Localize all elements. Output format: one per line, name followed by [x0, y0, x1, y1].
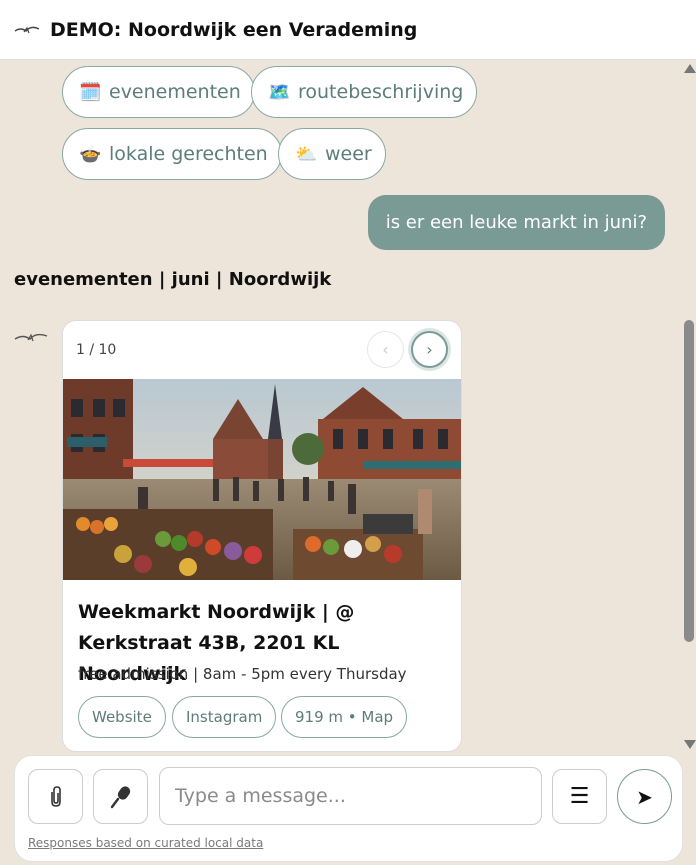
send-button[interactable]: ➤	[617, 769, 672, 824]
website-button[interactable]: Website	[78, 696, 166, 738]
message-composer: ☰ ➤ Responses based on curated local dat…	[14, 755, 683, 862]
scroll-up-arrow[interactable]	[684, 64, 696, 73]
seagull-icon	[14, 26, 40, 33]
chip-label: weer	[325, 143, 372, 165]
calendar-icon: 🗓️	[79, 81, 102, 103]
chip-weer[interactable]: ⛅ weer	[278, 128, 386, 180]
scroll-down-arrow[interactable]	[684, 740, 696, 749]
attach-button[interactable]	[28, 769, 83, 824]
chip-label: lokale gerechten	[109, 143, 268, 165]
user-message: is er een leuke markt in juni?	[367, 195, 665, 250]
event-image	[63, 379, 461, 580]
next-button[interactable]: ›	[411, 331, 448, 368]
chip-lokale-gerechten[interactable]: 🍲 lokale gerechten	[62, 128, 282, 180]
microphone-button[interactable]	[93, 769, 148, 824]
chip-label: routebeschrijving	[298, 81, 464, 103]
chip-label: evenementen	[109, 81, 241, 103]
map-icon: 🗺️	[268, 81, 291, 103]
header: DEMO: Noordwijk een Verademing	[0, 0, 696, 60]
event-card: 1 / 10 ‹ › Weekmarkt Noordwijk | @ Kerks…	[62, 320, 462, 752]
paperclip-icon	[50, 785, 61, 807]
chip-evenementen[interactable]: 🗓️ evenementen	[62, 66, 255, 118]
event-meta: free admission | 8am - 5pm every Thursda…	[78, 665, 407, 683]
section-title: evenementen | juni | Noordwijk	[14, 269, 332, 290]
message-input[interactable]	[159, 767, 542, 825]
previous-button[interactable]: ‹	[367, 331, 404, 368]
map-button[interactable]: 919 m • Map	[281, 696, 408, 738]
footnote-link[interactable]: Responses based on curated local data	[28, 836, 263, 850]
menu-button[interactable]: ☰	[552, 769, 607, 824]
seagull-icon	[14, 333, 48, 342]
app-title: DEMO: Noordwijk een Verademing	[50, 18, 418, 41]
instagram-button[interactable]: Instagram	[172, 696, 277, 738]
pot-icon: 🍲	[79, 143, 102, 165]
microphone-icon	[110, 785, 130, 808]
chip-routebeschrijving[interactable]: 🗺️ routebeschrijving	[251, 66, 478, 118]
chat-scroll-area[interactable]: 🗓️ evenementen 🗺️ routebeschrijving 🍲 lo…	[0, 60, 682, 754]
scrollbar-thumb[interactable]	[684, 320, 694, 642]
card-counter: 1 / 10	[76, 342, 117, 358]
scrollbar[interactable]	[682, 60, 696, 754]
weather-icon: ⛅	[295, 143, 318, 165]
